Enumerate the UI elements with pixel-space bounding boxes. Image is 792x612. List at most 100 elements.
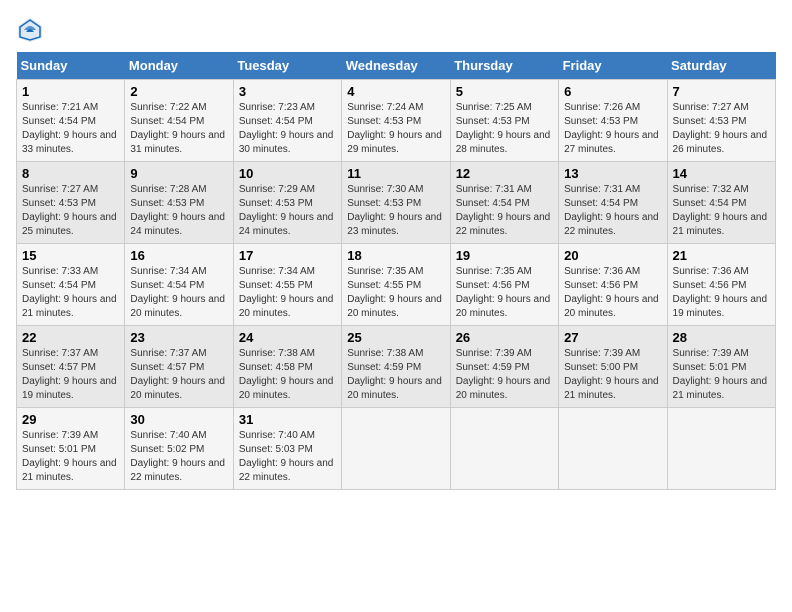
calendar-cell: 22 Sunrise: 7:37 AM Sunset: 4:57 PM Dayl… — [17, 326, 125, 408]
daylight-text: Daylight: 9 hours and 20 minutes. — [239, 376, 334, 401]
day-info: Sunrise: 7:34 AM Sunset: 4:54 PM Dayligh… — [130, 265, 227, 321]
daylight-text: Daylight: 9 hours and 22 minutes. — [239, 458, 334, 483]
calendar-cell: 6 Sunrise: 7:26 AM Sunset: 4:53 PM Dayli… — [559, 80, 667, 162]
day-info: Sunrise: 7:30 AM Sunset: 4:53 PM Dayligh… — [347, 183, 444, 239]
calendar-cell: 28 Sunrise: 7:39 AM Sunset: 5:01 PM Dayl… — [667, 326, 775, 408]
day-number: 10 — [239, 166, 336, 181]
sunrise-text: Sunrise: 7:39 AM — [673, 348, 749, 359]
day-number: 14 — [673, 166, 770, 181]
sunrise-text: Sunrise: 7:32 AM — [673, 184, 749, 195]
calendar-cell: 17 Sunrise: 7:34 AM Sunset: 4:55 PM Dayl… — [233, 244, 341, 326]
sunset-text: Sunset: 4:53 PM — [347, 198, 421, 209]
day-info: Sunrise: 7:25 AM Sunset: 4:53 PM Dayligh… — [456, 101, 553, 157]
calendar-cell: 31 Sunrise: 7:40 AM Sunset: 5:03 PM Dayl… — [233, 408, 341, 490]
calendar-cell: 10 Sunrise: 7:29 AM Sunset: 4:53 PM Dayl… — [233, 162, 341, 244]
daylight-text: Daylight: 9 hours and 24 minutes. — [130, 212, 225, 237]
day-info: Sunrise: 7:40 AM Sunset: 5:03 PM Dayligh… — [239, 429, 336, 485]
day-number: 16 — [130, 248, 227, 263]
daylight-text: Daylight: 9 hours and 29 minutes. — [347, 130, 442, 155]
day-info: Sunrise: 7:35 AM Sunset: 4:56 PM Dayligh… — [456, 265, 553, 321]
sunrise-text: Sunrise: 7:25 AM — [456, 102, 532, 113]
day-info: Sunrise: 7:39 AM Sunset: 5:01 PM Dayligh… — [673, 347, 770, 403]
day-info: Sunrise: 7:36 AM Sunset: 4:56 PM Dayligh… — [673, 265, 770, 321]
day-info: Sunrise: 7:35 AM Sunset: 4:55 PM Dayligh… — [347, 265, 444, 321]
sunrise-text: Sunrise: 7:27 AM — [22, 184, 98, 195]
calendar-cell: 16 Sunrise: 7:34 AM Sunset: 4:54 PM Dayl… — [125, 244, 233, 326]
day-number: 13 — [564, 166, 661, 181]
calendar-cell: 24 Sunrise: 7:38 AM Sunset: 4:58 PM Dayl… — [233, 326, 341, 408]
weekday-header-thursday: Thursday — [450, 52, 558, 80]
day-info: Sunrise: 7:33 AM Sunset: 4:54 PM Dayligh… — [22, 265, 119, 321]
sunrise-text: Sunrise: 7:37 AM — [130, 348, 206, 359]
daylight-text: Daylight: 9 hours and 27 minutes. — [564, 130, 659, 155]
day-info: Sunrise: 7:39 AM Sunset: 5:01 PM Dayligh… — [22, 429, 119, 485]
daylight-text: Daylight: 9 hours and 20 minutes. — [347, 376, 442, 401]
calendar-cell: 21 Sunrise: 7:36 AM Sunset: 4:56 PM Dayl… — [667, 244, 775, 326]
calendar-cell: 11 Sunrise: 7:30 AM Sunset: 4:53 PM Dayl… — [342, 162, 450, 244]
daylight-text: Daylight: 9 hours and 19 minutes. — [22, 376, 117, 401]
sunrise-text: Sunrise: 7:28 AM — [130, 184, 206, 195]
daylight-text: Daylight: 9 hours and 21 minutes. — [673, 376, 768, 401]
calendar-cell — [342, 408, 450, 490]
day-number: 28 — [673, 330, 770, 345]
weekday-header-friday: Friday — [559, 52, 667, 80]
calendar-cell: 8 Sunrise: 7:27 AM Sunset: 4:53 PM Dayli… — [17, 162, 125, 244]
sunset-text: Sunset: 4:54 PM — [564, 198, 638, 209]
sunset-text: Sunset: 4:55 PM — [239, 280, 313, 291]
daylight-text: Daylight: 9 hours and 21 minutes. — [22, 294, 117, 319]
sunrise-text: Sunrise: 7:36 AM — [564, 266, 640, 277]
sunset-text: Sunset: 4:53 PM — [456, 116, 530, 127]
sunset-text: Sunset: 4:54 PM — [130, 116, 204, 127]
day-number: 1 — [22, 84, 119, 99]
day-number: 30 — [130, 412, 227, 427]
daylight-text: Daylight: 9 hours and 22 minutes. — [456, 212, 551, 237]
day-number: 29 — [22, 412, 119, 427]
day-number: 21 — [673, 248, 770, 263]
sunrise-text: Sunrise: 7:21 AM — [22, 102, 98, 113]
sunset-text: Sunset: 4:54 PM — [22, 116, 96, 127]
day-info: Sunrise: 7:24 AM Sunset: 4:53 PM Dayligh… — [347, 101, 444, 157]
calendar-cell: 9 Sunrise: 7:28 AM Sunset: 4:53 PM Dayli… — [125, 162, 233, 244]
sunset-text: Sunset: 5:00 PM — [564, 362, 638, 373]
sunrise-text: Sunrise: 7:29 AM — [239, 184, 315, 195]
daylight-text: Daylight: 9 hours and 25 minutes. — [22, 212, 117, 237]
sunrise-text: Sunrise: 7:30 AM — [347, 184, 423, 195]
day-info: Sunrise: 7:26 AM Sunset: 4:53 PM Dayligh… — [564, 101, 661, 157]
calendar-cell — [667, 408, 775, 490]
day-number: 15 — [22, 248, 119, 263]
sunrise-text: Sunrise: 7:36 AM — [673, 266, 749, 277]
day-number: 19 — [456, 248, 553, 263]
calendar-cell: 1 Sunrise: 7:21 AM Sunset: 4:54 PM Dayli… — [17, 80, 125, 162]
day-info: Sunrise: 7:31 AM Sunset: 4:54 PM Dayligh… — [456, 183, 553, 239]
daylight-text: Daylight: 9 hours and 20 minutes. — [564, 294, 659, 319]
sunrise-text: Sunrise: 7:31 AM — [564, 184, 640, 195]
day-number: 7 — [673, 84, 770, 99]
daylight-text: Daylight: 9 hours and 21 minutes. — [22, 458, 117, 483]
sunset-text: Sunset: 4:54 PM — [673, 198, 747, 209]
day-number: 5 — [456, 84, 553, 99]
weekday-header-monday: Monday — [125, 52, 233, 80]
daylight-text: Daylight: 9 hours and 22 minutes. — [564, 212, 659, 237]
calendar-cell: 30 Sunrise: 7:40 AM Sunset: 5:02 PM Dayl… — [125, 408, 233, 490]
sunrise-text: Sunrise: 7:34 AM — [130, 266, 206, 277]
day-number: 8 — [22, 166, 119, 181]
calendar-cell — [559, 408, 667, 490]
daylight-text: Daylight: 9 hours and 22 minutes. — [130, 458, 225, 483]
daylight-text: Daylight: 9 hours and 20 minutes. — [456, 376, 551, 401]
sunset-text: Sunset: 4:56 PM — [456, 280, 530, 291]
sunrise-text: Sunrise: 7:35 AM — [456, 266, 532, 277]
daylight-text: Daylight: 9 hours and 26 minutes. — [673, 130, 768, 155]
sunrise-text: Sunrise: 7:39 AM — [564, 348, 640, 359]
sunset-text: Sunset: 5:03 PM — [239, 444, 313, 455]
calendar-cell — [450, 408, 558, 490]
calendar-cell: 23 Sunrise: 7:37 AM Sunset: 4:57 PM Dayl… — [125, 326, 233, 408]
sunset-text: Sunset: 4:55 PM — [347, 280, 421, 291]
sunset-text: Sunset: 4:54 PM — [456, 198, 530, 209]
daylight-text: Daylight: 9 hours and 20 minutes. — [347, 294, 442, 319]
daylight-text: Daylight: 9 hours and 28 minutes. — [456, 130, 551, 155]
day-number: 6 — [564, 84, 661, 99]
sunset-text: Sunset: 4:54 PM — [22, 280, 96, 291]
sunrise-text: Sunrise: 7:38 AM — [347, 348, 423, 359]
daylight-text: Daylight: 9 hours and 20 minutes. — [456, 294, 551, 319]
weekday-header-sunday: Sunday — [17, 52, 125, 80]
